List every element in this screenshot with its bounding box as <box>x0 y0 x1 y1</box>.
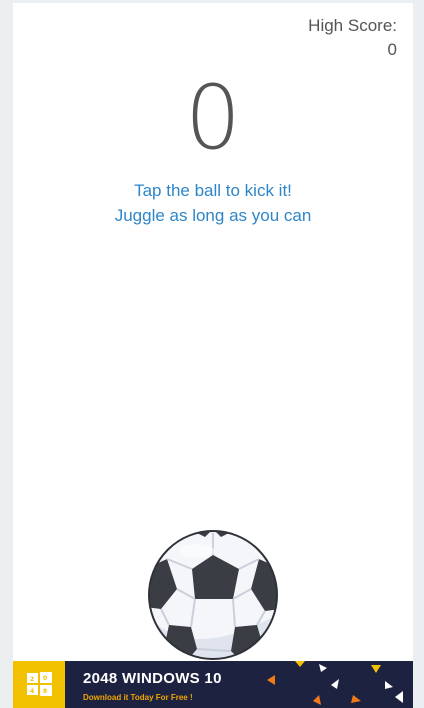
ad-banner[interactable]: 2 0 4 8 2048 WINDOWS 10 Download it Toda… <box>13 661 413 708</box>
high-score: High Score: 0 <box>308 14 397 62</box>
soccer-ball[interactable] <box>147 529 279 661</box>
high-score-label: High Score: <box>308 16 397 35</box>
svg-text:0: 0 <box>43 675 47 682</box>
windows-2048-logo-icon: 2 0 4 8 <box>13 661 65 708</box>
ad-title: 2048 WINDOWS 10 <box>83 670 222 687</box>
game-area[interactable]: High Score: 0 0 Tap the ball to kick it!… <box>13 3 413 708</box>
svg-text:8: 8 <box>43 688 47 695</box>
instructions: Tap the ball to kick it! Juggle as long … <box>13 178 413 228</box>
ad-decoration-icon <box>267 661 403 705</box>
svg-text:4: 4 <box>30 688 34 695</box>
instruction-line-2: Juggle as long as you can <box>114 206 312 225</box>
high-score-value: 0 <box>387 40 397 59</box>
instruction-line-1: Tap the ball to kick it! <box>134 181 292 200</box>
ad-subtitle: Download it Today For Free ! <box>83 693 193 702</box>
svg-text:2: 2 <box>30 676 34 683</box>
current-score: 0 <box>185 66 241 169</box>
soccer-ball-icon[interactable] <box>147 529 279 661</box>
